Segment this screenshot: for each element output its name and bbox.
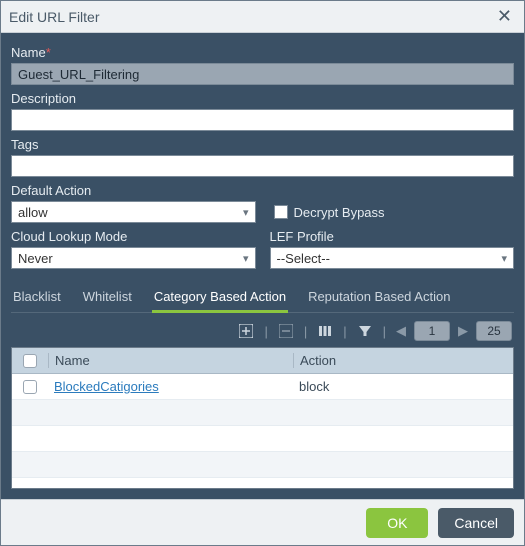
chevron-down-icon: ▾	[501, 252, 507, 265]
row-action-cell: block	[293, 379, 513, 394]
select-all-checkbox[interactable]	[23, 354, 37, 368]
header-name[interactable]: Name	[48, 353, 293, 368]
page-prev-icon[interactable]: ◀	[394, 323, 408, 339]
tab-blacklist[interactable]: Blacklist	[11, 283, 63, 312]
empty-row	[12, 400, 513, 426]
titlebar: Edit URL Filter ✕	[1, 1, 524, 33]
table-row[interactable]: BlockedCatigories block	[12, 374, 513, 400]
add-icon[interactable]	[236, 321, 256, 341]
close-icon[interactable]: ✕	[493, 6, 516, 27]
dialog: Edit URL Filter ✕ Name* Description Tags…	[0, 0, 525, 546]
name-label-text: Name	[11, 45, 46, 60]
toolbar-separator: |	[262, 324, 269, 339]
tab-whitelist[interactable]: Whitelist	[81, 283, 134, 312]
cancel-button[interactable]: Cancel	[438, 508, 514, 538]
table-body: BlockedCatigories block	[12, 374, 513, 488]
dialog-title: Edit URL Filter	[9, 9, 100, 25]
toolbar-separator: |	[381, 324, 388, 339]
cloud-lookup-value: Never	[18, 251, 53, 266]
page-size[interactable]: 25	[476, 321, 512, 341]
row-checkbox[interactable]	[23, 380, 37, 394]
decrypt-bypass-checkbox[interactable]	[274, 205, 288, 219]
name-label: Name*	[11, 45, 514, 60]
description-input[interactable]	[11, 109, 514, 131]
toolbar-separator: |	[341, 324, 348, 339]
tab-reputation-based-action[interactable]: Reputation Based Action	[306, 283, 452, 312]
table-header: Name Action	[12, 348, 513, 374]
table-toolbar: | | | | ◀ 1 ▶ 25	[11, 313, 514, 347]
dialog-footer: OK Cancel	[1, 499, 524, 545]
chevron-down-icon: ▾	[243, 206, 249, 219]
tab-category-based-action[interactable]: Category Based Action	[152, 283, 288, 312]
lef-profile-select[interactable]: --Select-- ▾	[270, 247, 515, 269]
lef-profile-label: LEF Profile	[270, 229, 515, 244]
empty-row	[12, 478, 513, 488]
columns-icon[interactable]	[315, 321, 335, 341]
header-checkbox-cell	[12, 354, 48, 368]
empty-row	[12, 426, 513, 452]
name-input[interactable]	[11, 63, 514, 85]
cloud-lookup-label: Cloud Lookup Mode	[11, 229, 256, 244]
ok-button[interactable]: OK	[366, 508, 428, 538]
header-action[interactable]: Action	[293, 353, 513, 368]
tags-input[interactable]	[11, 155, 514, 177]
decrypt-bypass-label: Decrypt Bypass	[294, 205, 385, 220]
toolbar-separator: |	[302, 324, 309, 339]
remove-icon[interactable]	[276, 321, 296, 341]
default-action-value: allow	[18, 205, 48, 220]
row-name-link[interactable]: BlockedCatigories	[54, 379, 159, 394]
empty-row	[12, 452, 513, 478]
required-asterisk: *	[46, 45, 51, 60]
default-action-label: Default Action	[11, 183, 256, 198]
description-label: Description	[11, 91, 514, 106]
row-checkbox-cell	[12, 380, 48, 394]
default-action-select[interactable]: allow ▾	[11, 201, 256, 223]
page-next-icon[interactable]: ▶	[456, 323, 470, 339]
chevron-down-icon: ▾	[243, 252, 249, 265]
cloud-lookup-select[interactable]: Never ▾	[11, 247, 256, 269]
dialog-body: Name* Description Tags Default Action al…	[1, 33, 524, 499]
lef-profile-value: --Select--	[277, 251, 330, 266]
filter-icon[interactable]	[355, 321, 375, 341]
row-name-cell: BlockedCatigories	[48, 379, 293, 394]
decrypt-bypass-row[interactable]: Decrypt Bypass	[274, 201, 515, 223]
tabs: Blacklist Whitelist Category Based Actio…	[11, 283, 514, 313]
category-table: Name Action BlockedCatigories block	[11, 347, 514, 489]
tags-label: Tags	[11, 137, 514, 152]
page-current[interactable]: 1	[414, 321, 450, 341]
